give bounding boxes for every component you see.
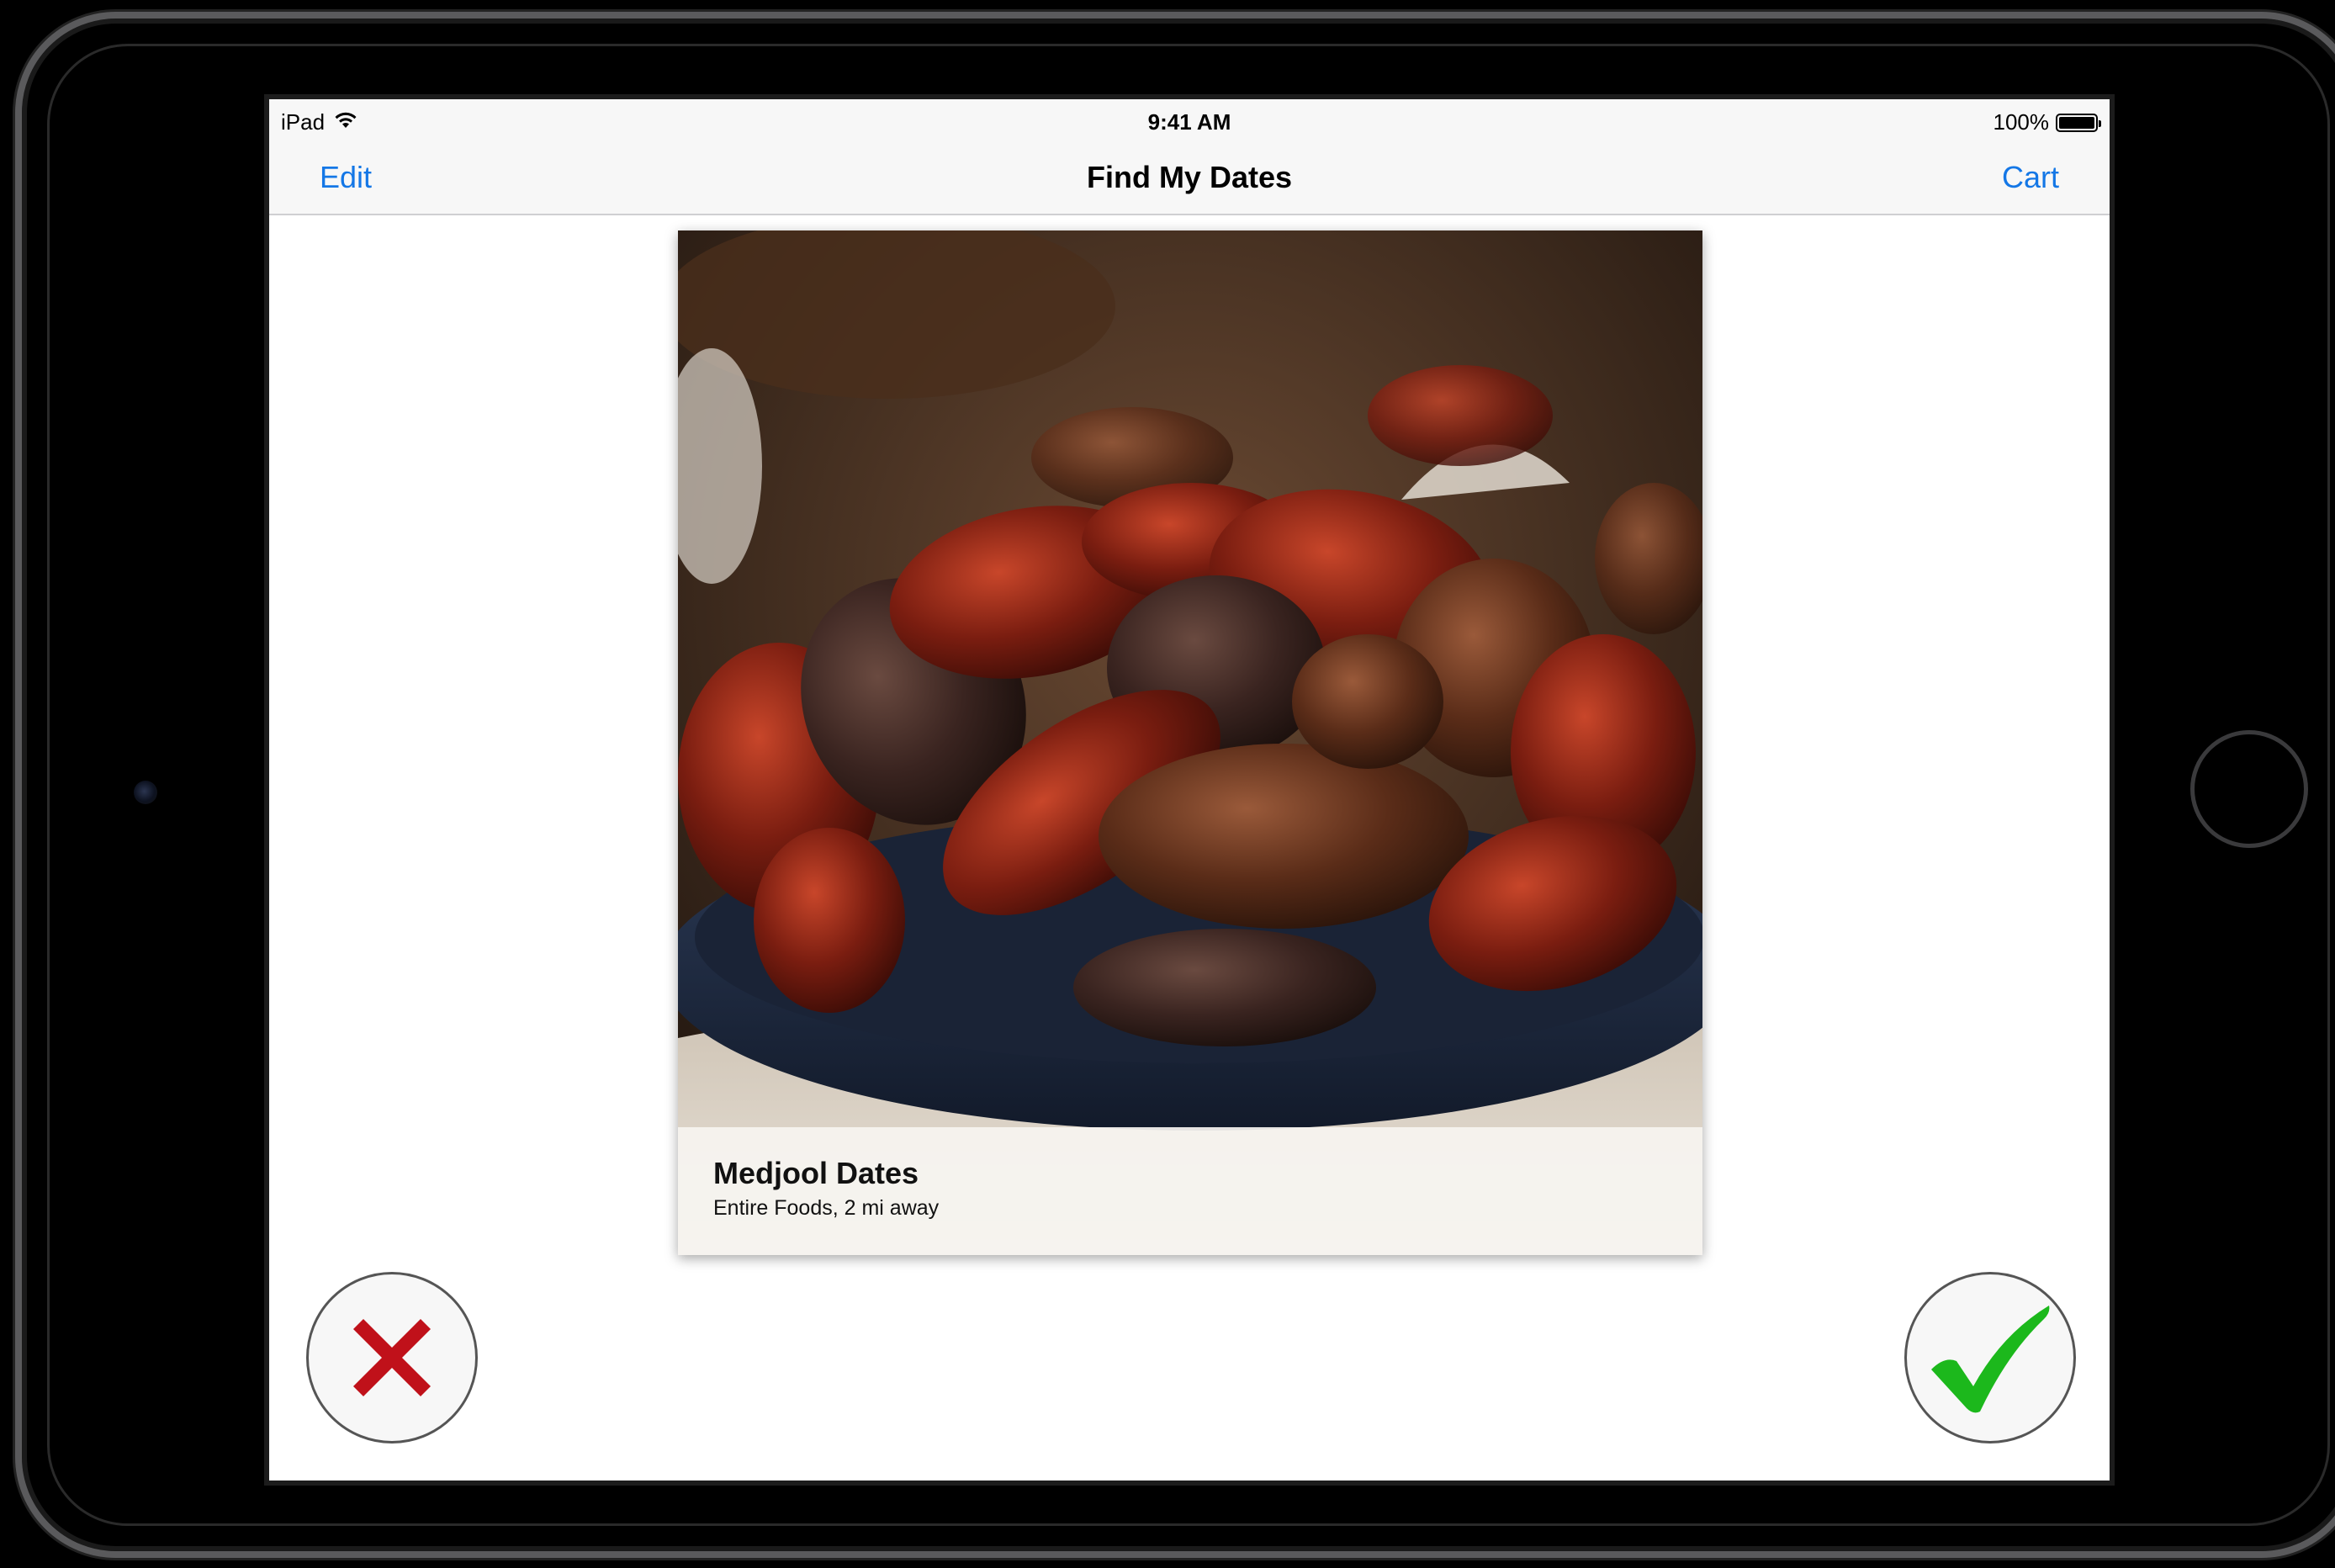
navigation-bar: Edit Find My Dates Cart	[269, 143, 2110, 215]
red-x-icon	[353, 1319, 431, 1396]
status-right: 100%	[1993, 109, 2101, 135]
battery-icon	[2056, 113, 2101, 132]
status-bar: iPad 9:41 AM 100%	[269, 99, 2110, 143]
card-caption: Medjool Dates Entire Foods, 2 mi away	[678, 1127, 1702, 1255]
accept-button[interactable]	[1904, 1272, 2076, 1444]
page-title: Find My Dates	[1086, 160, 1293, 194]
home-button[interactable]	[2190, 730, 2308, 848]
status-time: 9:41 AM	[1147, 109, 1231, 135]
battery-percentage: 100%	[1993, 109, 2050, 135]
product-card[interactable]: Medjool Dates Entire Foods, 2 mi away	[678, 230, 1702, 1255]
product-photo	[678, 230, 1702, 1255]
product-location: Entire Foods, 2 mi away	[713, 1196, 940, 1220]
app-screen: iPad 9:41 AM 100% Edit Find My Dates Car…	[264, 94, 2115, 1486]
green-checkmark-icon	[1931, 1306, 2050, 1413]
reject-button[interactable]	[306, 1272, 478, 1444]
front-camera	[134, 781, 157, 804]
cart-button[interactable]: Cart	[2002, 160, 2059, 195]
product-name: Medjool Dates	[713, 1156, 919, 1190]
